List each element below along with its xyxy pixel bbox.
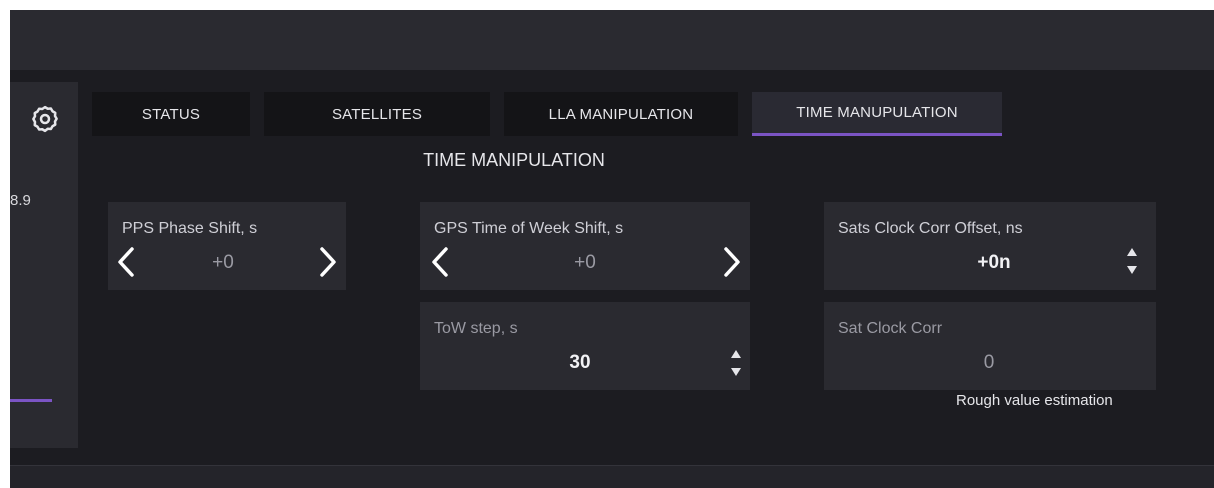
left-status-panel: 8.9 [10, 82, 78, 448]
tab-time-manipulation[interactable]: TIME MANUPULATION [752, 92, 1002, 136]
rough-estimation-note: Rough value estimation [956, 392, 1113, 409]
chevron-left-icon [118, 247, 134, 277]
main-content: 8.9 STATUS SATELLITES LLA MANIPULATION T… [10, 70, 1214, 465]
sats-clock-offset-value[interactable]: +0n [924, 252, 1064, 274]
tab-lla-manipulation[interactable]: LLA MANIPULATION [504, 92, 738, 136]
tab-status[interactable]: STATUS [92, 92, 250, 136]
section-title: TIME MANIPULATION [423, 150, 605, 170]
tab-lla-manipulation-label: LLA MANIPULATION [548, 105, 694, 123]
gps-tow-increase-button[interactable] [716, 244, 746, 280]
gps-tow-shift-label: GPS Time of Week Shift, s [434, 220, 624, 237]
sats-clock-offset-spinner[interactable] [1122, 244, 1142, 280]
spin-up-icon[interactable] [730, 348, 742, 360]
sat-clock-corr-card: Sat Clock Corr 0 [824, 302, 1156, 390]
left-panel-indicator [10, 399, 52, 402]
app-window: 8.9 STATUS SATELLITES LLA MANIPULATION T… [10, 10, 1214, 488]
pps-increase-button[interactable] [312, 244, 342, 280]
sats-clock-offset-card: Sats Clock Corr Offset, ns +0n [824, 202, 1156, 290]
tab-time-manipulation-label: TIME MANUPULATION [796, 104, 958, 121]
tab-status-label: STATUS [141, 105, 201, 123]
tow-step-spinner[interactable] [726, 346, 746, 382]
sat-clock-corr-label: Sat Clock Corr [838, 320, 943, 337]
chevron-left-icon [432, 247, 448, 277]
pps-phase-shift-label: PPS Phase Shift, s [122, 220, 258, 237]
tow-step-value[interactable]: 30 [520, 352, 640, 374]
spin-down-icon[interactable] [730, 366, 742, 378]
gps-tow-shift-card: GPS Time of Week Shift, s +0 [420, 202, 750, 290]
gps-tow-decrease-button[interactable] [426, 244, 456, 280]
sats-clock-offset-label: Sats Clock Corr Offset, ns [838, 220, 1023, 237]
pps-decrease-button[interactable] [112, 244, 142, 280]
tow-step-label: ToW step, s [434, 320, 518, 337]
gps-tow-shift-value[interactable]: +0 [520, 252, 650, 274]
left-panel-value: 8.9 [10, 192, 31, 209]
pps-phase-shift-card: PPS Phase Shift, s +0 [108, 202, 346, 290]
pps-phase-shift-value[interactable]: +0 [168, 252, 278, 274]
tow-step-card: ToW step, s 30 [420, 302, 750, 390]
chevron-right-icon [724, 247, 740, 277]
chevron-right-icon [320, 247, 336, 277]
tab-satellites[interactable]: SATELLITES [264, 92, 490, 136]
sat-clock-corr-value: 0 [983, 352, 995, 373]
gear-icon[interactable] [28, 102, 62, 136]
spin-down-icon[interactable] [1126, 264, 1138, 276]
tab-satellites-label: SATELLITES [331, 105, 423, 123]
title-bar [10, 10, 1214, 70]
spin-up-icon[interactable] [1126, 246, 1138, 258]
bottom-bar [10, 465, 1214, 488]
